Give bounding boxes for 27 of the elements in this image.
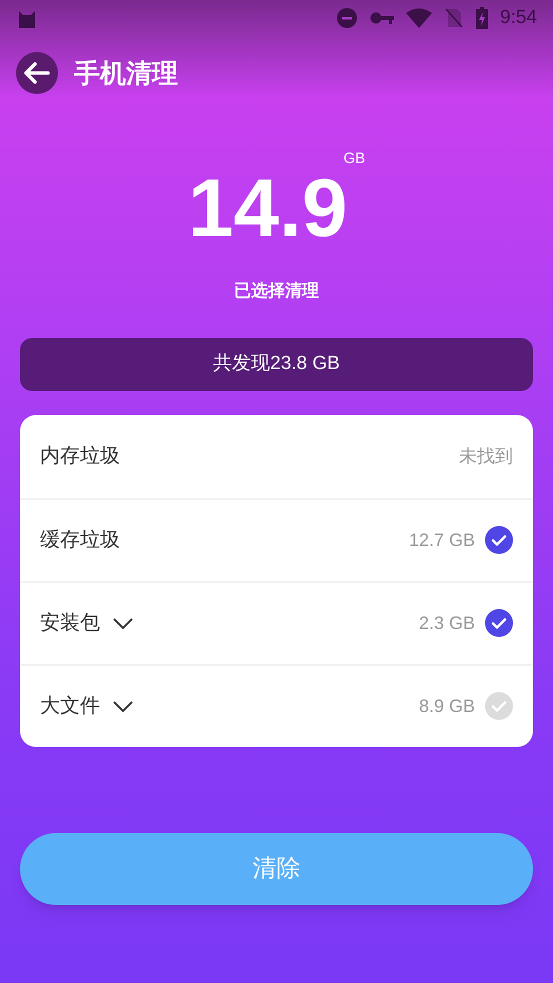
- junk-size: 8.9 GB: [418, 694, 475, 718]
- junk-size: 12.7 GB: [408, 528, 475, 552]
- checkbox[interactable]: [485, 609, 513, 637]
- key-icon: [370, 11, 394, 25]
- junk-category-label: 内存垃圾: [40, 444, 120, 469]
- page-title: 手机清理: [74, 56, 178, 90]
- battery-icon: [476, 7, 488, 29]
- back-arrow-icon: [24, 62, 50, 84]
- no-sim-icon: [444, 7, 464, 29]
- clean-button[interactable]: 清除: [20, 832, 533, 904]
- back-button[interactable]: [16, 52, 58, 94]
- wifi-icon: [406, 8, 432, 28]
- size-unit: GB: [343, 149, 366, 169]
- junk-size: 2.3 GB: [418, 612, 475, 634]
- junk-status: 未找到: [459, 444, 513, 468]
- checkbox[interactable]: [485, 526, 513, 554]
- checkbox[interactable]: [485, 692, 513, 720]
- chevron-down-icon[interactable]: [112, 616, 134, 630]
- junk-category-label: 缓存垃圾: [40, 528, 120, 553]
- chevron-down-icon[interactable]: [112, 699, 134, 713]
- selected-size: 14.9: [188, 168, 348, 238]
- junk-category-label: 安装包: [40, 611, 100, 636]
- selected-caption: 已选择清理: [234, 280, 319, 302]
- do-not-disturb-icon: [336, 7, 358, 29]
- found-total-bar: 共发现23.8 GB: [20, 338, 533, 390]
- junk-category-label: 大文件: [40, 694, 100, 719]
- clock-time: 9:54: [500, 6, 537, 30]
